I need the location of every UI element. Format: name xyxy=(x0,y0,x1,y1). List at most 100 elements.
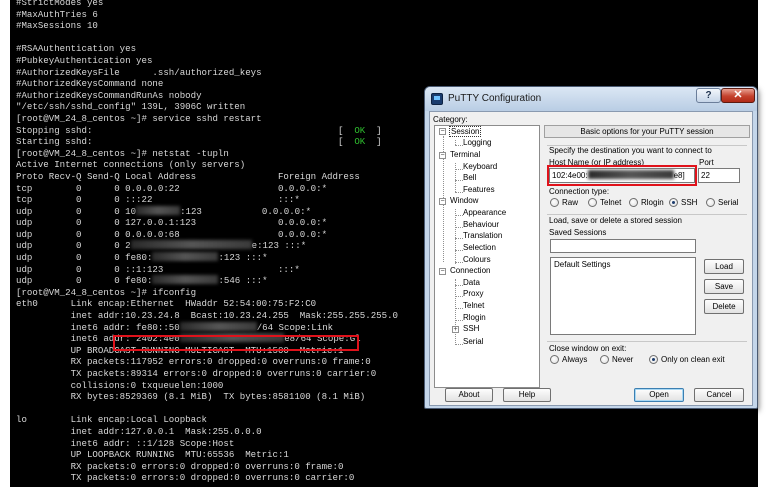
conn-type-raw-label: Raw xyxy=(562,198,579,207)
terminal-text: :123 :::* xyxy=(218,252,268,264)
load-save-label: Load, save or delete a stored session xyxy=(549,216,682,225)
conn-type-rlogin-label: Rlogin xyxy=(641,198,664,207)
tree-item-keyboard[interactable]: Keyboard xyxy=(463,162,497,171)
dialog-client-area: Category: − Session Logging − Terminal K… xyxy=(429,111,753,406)
terminal-text: "/etc/ssh/sshd_config" 139L, 3906C writt… xyxy=(16,101,246,113)
about-button-label: About xyxy=(458,390,480,399)
tree-item-translation[interactable]: Translation xyxy=(463,231,502,240)
putty-config-dialog: PuTTY Configuration ? ✕ Category: − Sess… xyxy=(424,86,758,409)
close-window-label: Close window on exit: xyxy=(549,344,627,353)
terminal-line: #MaxAuthTries 6 xyxy=(16,9,756,21)
redacted-segment xyxy=(152,275,219,285)
ssh-expand-toggle[interactable]: + xyxy=(452,326,459,333)
exit-never-radio[interactable] xyxy=(600,355,609,364)
tree-item-proxy[interactable]: Proxy xyxy=(463,289,483,298)
title-help-button[interactable]: ? xyxy=(696,88,721,103)
conn-type-raw-radio[interactable] xyxy=(550,198,559,207)
terminal-text: #AuthorizedKeysCommand none xyxy=(16,78,164,90)
tree-item-session[interactable]: Session xyxy=(449,126,482,137)
putty-app-icon xyxy=(431,93,443,105)
terminal-text: udp 0 0 fe80: xyxy=(16,252,153,264)
saved-session-input[interactable] xyxy=(550,239,696,253)
host-name-input[interactable]: 102:4e00: e8] xyxy=(549,168,695,183)
saved-sessions-list[interactable]: Default Settings xyxy=(550,257,696,335)
open-button[interactable]: Open xyxy=(634,388,684,402)
redacted-segment xyxy=(130,240,252,250)
exit-clean-label: Only on clean exit xyxy=(661,355,725,364)
terminal-line: #MaxSessions 10 xyxy=(16,20,756,32)
terminal-text: RX bytes:8529369 (8.1 MiB) TX bytes:8581… xyxy=(16,391,366,403)
about-button[interactable]: About xyxy=(445,388,493,402)
dialog-titlebar[interactable]: PuTTY Configuration ? ✕ xyxy=(425,87,757,111)
conn-type-telnet-radio[interactable] xyxy=(588,198,597,207)
exit-always-label: Always xyxy=(562,355,588,364)
tree-item-telnet[interactable]: Telnet xyxy=(463,301,484,310)
help-button-label: Help xyxy=(518,390,536,399)
destination-label: Specify the destination you want to conn… xyxy=(549,146,712,155)
tree-item-data[interactable]: Data xyxy=(463,278,480,287)
session-collapse-toggle[interactable]: − xyxy=(439,128,446,135)
terminal-text: inet addr:10.23.24.8 Bcast:10.23.24.255 … xyxy=(16,310,398,322)
cancel-button[interactable]: Cancel xyxy=(694,388,744,402)
terminal-text: RX packets:0 errors:0 dropped:0 overruns… xyxy=(16,460,344,472)
conn-type-telnet-label: Telnet xyxy=(600,198,622,207)
terminal-text: Stopping sshd: [ xyxy=(16,124,355,136)
terminal-collapse-toggle[interactable]: − xyxy=(439,152,446,159)
tree-item-appearance[interactable]: Appearance xyxy=(463,208,506,217)
tree-item-logging[interactable]: Logging xyxy=(463,138,491,147)
tree-item-ssh[interactable]: SSH xyxy=(463,324,479,333)
terminal-line: #AuthorizedKeysFile .ssh/authorized_keys xyxy=(16,67,756,79)
terminal-text: tcp 0 0 :::22 :::* xyxy=(16,194,300,206)
open-button-label: Open xyxy=(649,390,669,399)
port-label: Port xyxy=(699,158,714,167)
conn-type-serial-radio[interactable] xyxy=(706,198,715,207)
terminal-text: Starting sshd: [ xyxy=(16,136,355,148)
tree-item-bell[interactable]: Bell xyxy=(463,173,476,182)
connection-collapse-toggle[interactable]: − xyxy=(439,268,446,275)
tree-item-terminal[interactable]: Terminal xyxy=(450,150,480,159)
tree-item-rlogin[interactable]: Rlogin xyxy=(463,313,486,322)
terminal-text: udp 0 0 ::1:123 :::* xyxy=(16,263,300,275)
session-list-item[interactable]: Default Settings xyxy=(554,260,610,269)
tree-item-selection[interactable]: Selection xyxy=(463,243,496,252)
host-value-start: 102:4e00: xyxy=(552,171,588,180)
load-button[interactable]: Load xyxy=(704,259,744,274)
redacted-segment xyxy=(179,321,257,331)
category-label: Category: xyxy=(433,115,468,124)
terminal-text: e8/64 Scope:Gl xyxy=(284,333,361,345)
conn-type-serial-label: Serial xyxy=(718,198,739,207)
title-close-button[interactable]: ✕ xyxy=(721,88,755,103)
terminal-text: Active Internet connections (only server… xyxy=(16,159,246,171)
terminal-text: udp 0 0 0.0.0.0:68 0.0.0.0:* xyxy=(16,228,328,240)
delete-button-label: Delete xyxy=(712,302,736,311)
exit-always-radio[interactable] xyxy=(550,355,559,364)
window-collapse-toggle[interactable]: − xyxy=(439,198,446,205)
terminal-text: :546 :::* xyxy=(218,275,268,287)
conn-type-rlogin-radio[interactable] xyxy=(629,198,638,207)
tree-item-features[interactable]: Features xyxy=(463,185,495,194)
terminal-text: UP LOOPBACK RUNNING MTU:65536 Metric:1 xyxy=(16,449,289,461)
save-button[interactable]: Save xyxy=(704,279,744,294)
status-ok-text: OK xyxy=(354,136,366,148)
category-tree[interactable]: − Session Logging − Terminal Keyboard Be… xyxy=(434,125,540,388)
tree-item-behaviour[interactable]: Behaviour xyxy=(463,220,499,229)
exit-never-label: Never xyxy=(612,355,634,364)
terminal-text: #MaxAuthTries 6 xyxy=(16,8,98,20)
tree-item-colours[interactable]: Colours xyxy=(463,255,491,264)
port-input[interactable]: 22 xyxy=(698,168,740,183)
tree-item-connection[interactable]: Connection xyxy=(450,266,490,275)
tree-item-window[interactable]: Window xyxy=(450,196,478,205)
terminal-line: inet addr:127.0.0.1 Mask:255.0.0.0 xyxy=(16,426,756,438)
terminal-text: #PubkeyAuthentication yes xyxy=(16,54,153,66)
terminal-text: #RSAAuthentication yes xyxy=(16,43,137,55)
tree-item-serial[interactable]: Serial xyxy=(463,337,483,346)
exit-clean-radio[interactable] xyxy=(649,355,658,364)
terminal-text: udp 0 0 10 xyxy=(16,205,137,217)
delete-button[interactable]: Delete xyxy=(704,299,744,314)
terminal-text: UP BROADCAST RUNNING MULTICAST MTU:1500 … xyxy=(16,344,344,356)
conn-type-ssh-radio[interactable] xyxy=(669,198,678,207)
help-button[interactable]: Help xyxy=(503,388,551,402)
load-button-label: Load xyxy=(715,262,733,271)
connection-type-label: Connection type: xyxy=(549,187,610,196)
